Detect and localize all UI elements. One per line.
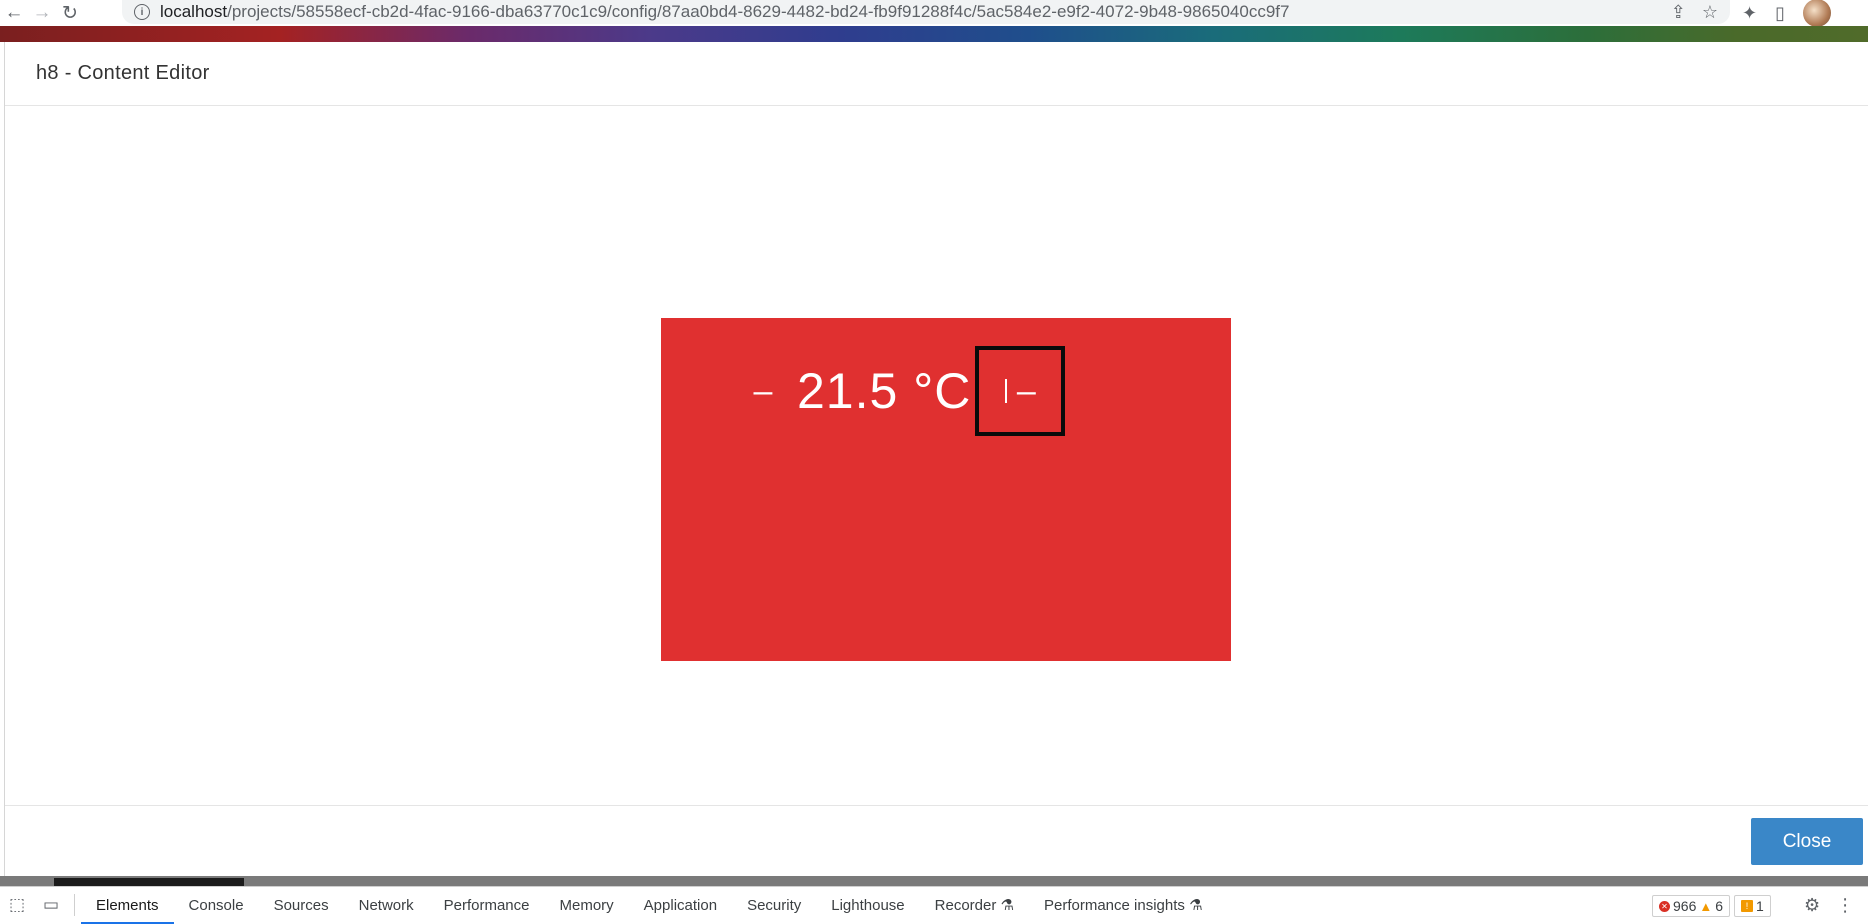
modal-body: – 21.5 °C – (5, 106, 1868, 805)
taskbar-strip (0, 876, 1868, 886)
issue-icon: ! (1741, 900, 1754, 912)
error-icon: ✕ (1659, 900, 1670, 912)
warning-count: 6 (1715, 898, 1724, 914)
tab-performance-insights[interactable]: Performance insights ⚗ (1029, 887, 1218, 924)
close-button[interactable]: Close (1751, 818, 1863, 865)
gear-icon[interactable]: ⚙ (1804, 895, 1820, 916)
tab-performance[interactable]: Performance (429, 887, 545, 924)
tab-performance-insights-label: Performance insights (1043, 896, 1185, 914)
browser-toolbar: ← → ↻ i localhost/projects/58558ecf-cb2d… (0, 0, 1868, 27)
content-editor-modal: h8 - Content Editor – 21.5 °C – Close (4, 42, 1868, 876)
tab-console[interactable]: Console (174, 887, 259, 924)
temperature-value: 21.5 °C (797, 363, 972, 419)
tab-memory[interactable]: Memory (545, 887, 629, 924)
modal-header: h8 - Content Editor (5, 42, 1868, 106)
info-icon[interactable]: i (134, 4, 150, 20)
selected-text-element[interactable]: – (975, 346, 1066, 436)
devtools-toolbar: ⬚ ▭ Elements Console Sources Network Per… (0, 886, 1868, 924)
modal-footer: Close (5, 805, 1868, 876)
taskbar-segment (54, 878, 244, 886)
tab-security[interactable]: Security (732, 887, 816, 924)
tab-recorder[interactable]: Recorder ⚗ (920, 887, 1029, 924)
issues-badge[interactable]: ! 1 (1734, 895, 1771, 917)
inspect-element-icon[interactable]: ⬚ (0, 887, 34, 924)
avatar[interactable] (1803, 0, 1831, 27)
errors-warnings-badge[interactable]: ✕ 966 ▲ 6 (1652, 895, 1731, 917)
device-toolbar-icon[interactable]: ▭ (34, 887, 68, 924)
tab-recorder-label: Recorder (934, 896, 997, 914)
devtools-separator (74, 894, 75, 916)
text-caret (1004, 379, 1007, 403)
star-icon[interactable]: ☆ (1702, 2, 1718, 23)
tab-application[interactable]: Application (629, 887, 732, 924)
url-host: localhost (160, 2, 228, 21)
puzzle-icon[interactable]: ✦ (1742, 3, 1757, 24)
tab-network[interactable]: Network (344, 887, 429, 924)
modal-title: h8 - Content Editor (36, 62, 210, 84)
tab-lighthouse[interactable]: Lighthouse (816, 887, 919, 924)
issue-count: 1 (1756, 898, 1764, 914)
flask-icon: ⚗ (1189, 897, 1203, 914)
warning-icon: ▲ (1699, 898, 1713, 914)
share-icon[interactable]: ⇪ (1671, 2, 1686, 23)
error-count: 966 (1673, 898, 1697, 914)
side-panel-icon[interactable]: ▯ (1775, 3, 1785, 24)
decrease-button[interactable]: – (743, 372, 783, 411)
flask-icon: ⚗ (1000, 897, 1014, 914)
address-bar[interactable]: i localhost/projects/58558ecf-cb2d-4fac-… (122, 0, 1730, 24)
tab-sources[interactable]: Sources (259, 887, 344, 924)
tab-elements[interactable]: Elements (81, 887, 174, 924)
page-banner-strip (0, 26, 1868, 42)
url-path: /projects/58558ecf-cb2d-4fac-9166-dba637… (227, 2, 1290, 21)
url-text[interactable]: localhost/projects/58558ecf-cb2d-4fac-91… (160, 2, 1289, 22)
more-options-icon[interactable]: ⋮ (1836, 895, 1854, 916)
increase-button[interactable]: – (1017, 372, 1036, 411)
back-arrow-icon[interactable]: ← (0, 1, 28, 25)
reload-icon[interactable]: ↻ (56, 1, 84, 25)
temperature-row: – 21.5 °C – (743, 346, 1066, 436)
temperature-widget[interactable]: – 21.5 °C – (661, 318, 1231, 661)
forward-arrow-icon[interactable]: → (28, 1, 56, 25)
